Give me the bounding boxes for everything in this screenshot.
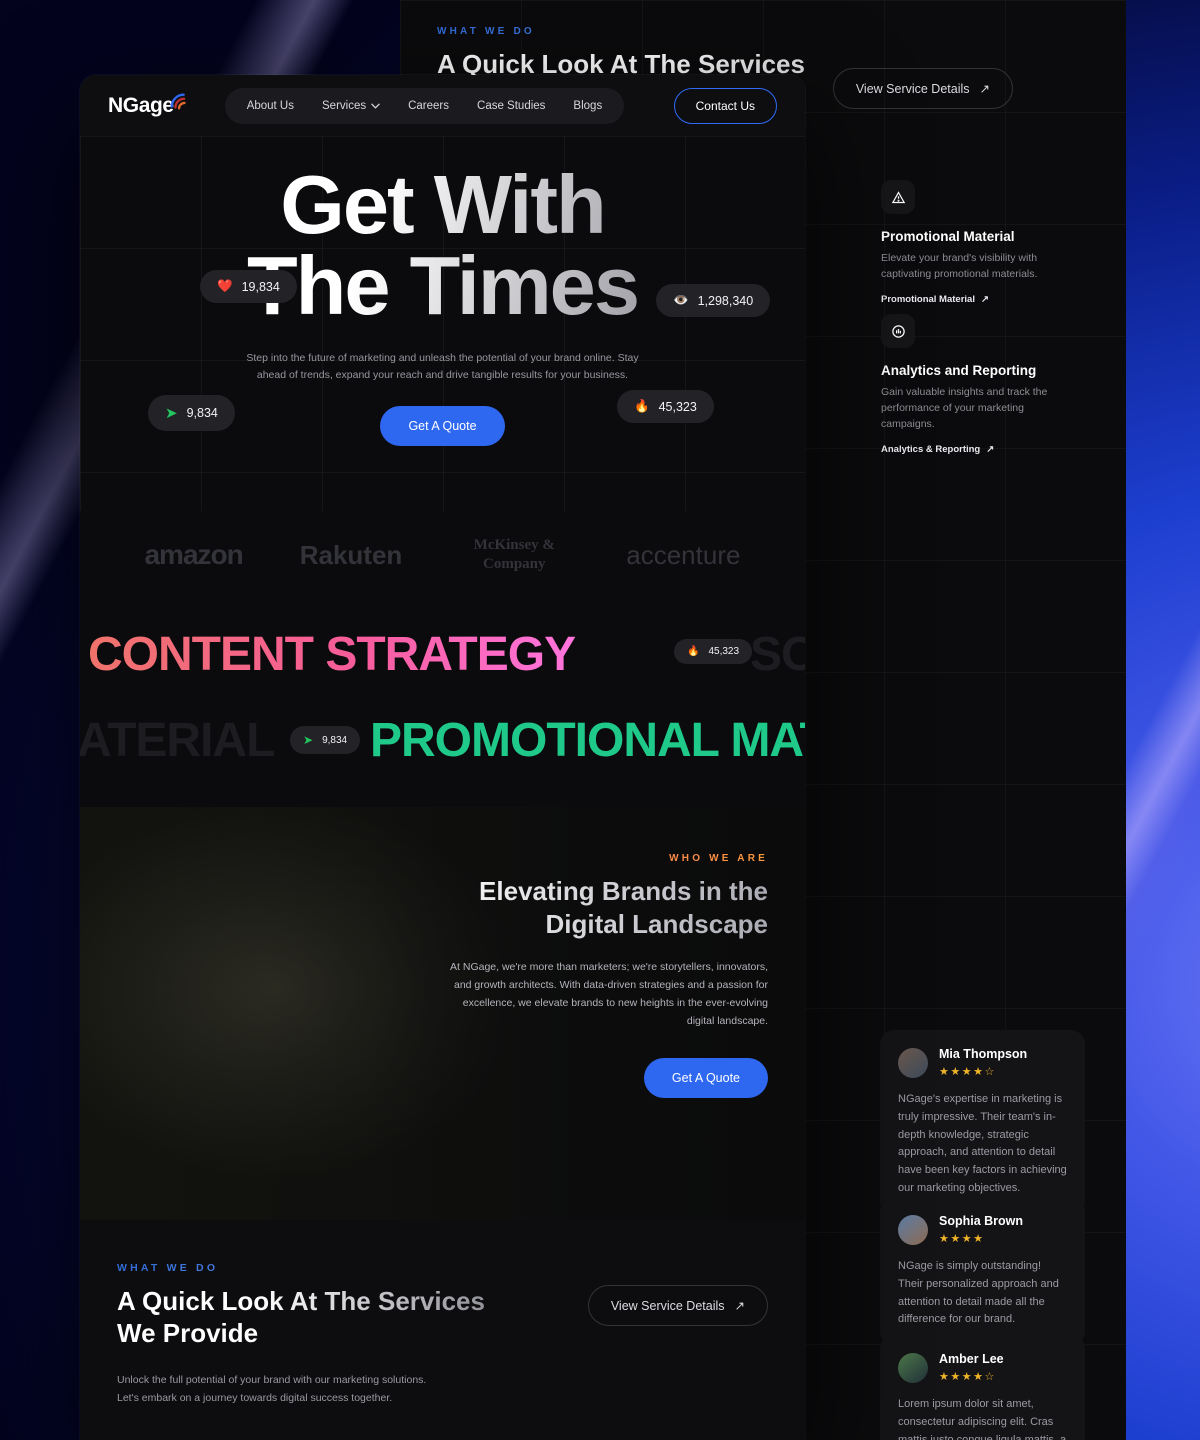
nav-menu: About Us Services Careers Case Studies B… (224, 87, 625, 124)
bg-service-title: Analytics and Reporting (881, 363, 1037, 378)
hero-badge-trending-value: 45,323 (658, 399, 697, 414)
testimonial-quote: NGage's expertise in marketing is truly … (898, 1093, 1067, 1195)
marquee-row-2: PROMOTIONAL MATERIAL (370, 713, 805, 768)
floating-browser-card: NGage About Us Services Careers Case Stu… (80, 75, 805, 1440)
hero-badge-trending: 🔥 45,323 (617, 390, 714, 423)
bg-services-header: WHAT WE DO A Quick Look At The Services (400, 26, 1126, 81)
about-content: WHO WE ARE Elevating Brands in the Digit… (80, 807, 805, 1098)
card-navbar: NGage About Us Services Careers Case Stu… (80, 75, 805, 136)
nav-item-about-us[interactable]: About Us (235, 95, 306, 117)
logo-amazon: amazon (144, 539, 243, 570)
rating-stars: ★★★★☆ (939, 1371, 996, 1383)
services-body-line-1: Unlock the full potential of your brand … (117, 1374, 427, 1387)
about-body: At NGage, we're more than marketers; we'… (450, 960, 768, 1027)
testimonial-quote: Lorem ipsum dolor sit amet, consectetur … (898, 1398, 1067, 1440)
arrow-up-right-icon: ↗ (734, 1299, 745, 1313)
bg-testimonial-card-sophia[interactable]: Sophia Brown ★★★★ NGage is simply outsta… (880, 1197, 1085, 1347)
about-heading-line-2: Digital Landscape (545, 908, 768, 939)
bg-services-eyebrow: WHAT WE DO (437, 26, 1089, 37)
nav-item-careers[interactable]: Careers (396, 95, 461, 117)
bg-service-desc: Gain valuable insights and track the per… (881, 386, 1048, 430)
hero-badge-views-value: 1,298,340 (697, 293, 754, 308)
signal-waves-icon (170, 93, 186, 110)
bg-testimonial-card-mia[interactable]: Mia Thompson ★★★★☆ NGage's expertise in … (880, 1030, 1085, 1215)
view-service-details-label: View Service Details (610, 1298, 725, 1313)
hero-subtitle: Step into the future of marketing and un… (246, 351, 639, 381)
bg-service-link[interactable]: Analytics & Reporting ↗ (881, 444, 994, 455)
marquee-section: CONTENT STRATEGY 🔥 45,323 SOCIAL MATERIA… (80, 599, 805, 807)
logo-text: NGage (108, 93, 174, 117)
hero-badge-likes-value: 19,834 (241, 279, 280, 294)
share-icon: ➤ (303, 733, 314, 747)
marquee-text-material-dim: MATERIAL (80, 714, 275, 767)
rating-stars: ★★★★ (939, 1233, 985, 1245)
bg-view-service-details-label: View Service Details (855, 81, 970, 96)
nav-item-blogs[interactable]: Blogs (561, 95, 614, 117)
chevron-down-icon (371, 103, 380, 109)
alert-triangle-icon (881, 180, 915, 214)
heart-icon: ❤️ (217, 279, 233, 293)
hero-section: Get With The Times Step into the future … (80, 136, 805, 511)
services-heading-line-1: A Quick Look At The Services (117, 1286, 485, 1316)
services-body: Unlock the full potential of your brand … (117, 1371, 768, 1407)
eye-icon: 👁️ (673, 293, 689, 307)
contact-us-button[interactable]: Contact Us (673, 87, 777, 124)
arrow-up-right-icon: ↗ (980, 293, 989, 305)
arrow-up-right-icon: ↗ (986, 443, 995, 455)
logo-rakuten: Rakuten (299, 539, 403, 570)
marquee-text-social-dim: SOCIAL (750, 628, 805, 681)
about-eyebrow: WHO WE ARE (117, 853, 768, 864)
fire-icon: 🔥 (634, 399, 650, 413)
marquee-badge-shares: ➤ 9,834 (290, 726, 361, 754)
testimonial-name: Amber Lee (939, 1352, 1004, 1366)
hero-badge-views: 👁️ 1,298,340 (656, 284, 771, 317)
bg-testimonial-card-amber[interactable]: Amber Lee ★★★★☆ Lorem ipsum dolor sit am… (880, 1335, 1085, 1440)
about-get-a-quote-button[interactable]: Get A Quote (643, 1057, 768, 1098)
logo[interactable]: NGage (108, 93, 191, 118)
marquee-row-1: CONTENT STRATEGY (88, 627, 576, 682)
services-heading: A Quick Look At The Services We Provide (117, 1286, 485, 1349)
fire-icon: 🔥 (687, 646, 700, 657)
nav-item-services[interactable]: Services (310, 95, 392, 117)
client-logo-strip: amazon Rakuten McKinsey & Company accent… (80, 511, 805, 599)
avatar (898, 1047, 928, 1078)
marquee-badge-trending: 🔥 45,323 (674, 639, 753, 664)
logo-accenture: accenture (626, 539, 741, 570)
avatar (898, 1214, 928, 1245)
services-body-line-2: Let's embark on a journey towards digita… (117, 1392, 393, 1405)
bg-service-link[interactable]: Promotional Material ↗ (881, 294, 989, 305)
nav-item-case-studies[interactable]: Case Studies (465, 95, 557, 117)
hero-title-line-1: Get With (280, 158, 605, 251)
services-section: WHAT WE DO A Quick Look At The Services … (80, 1220, 805, 1440)
about-section: WHO WE ARE Elevating Brands in the Digit… (80, 807, 805, 1220)
about-heading: Elevating Brands in the Digital Landscap… (117, 875, 768, 941)
services-eyebrow: WHAT WE DO (117, 1262, 485, 1274)
arrow-up-right-icon: ↗ (979, 82, 990, 96)
hero-get-a-quote-button[interactable]: Get A Quote (380, 405, 505, 446)
about-heading-line-1: Elevating Brands in the (479, 876, 768, 906)
testimonial-name: Mia Thompson (939, 1047, 1028, 1061)
analytics-icon (881, 314, 915, 348)
rating-stars: ★★★★☆ (939, 1066, 996, 1078)
testimonial-name: Sophia Brown (939, 1214, 1024, 1228)
view-service-details-button[interactable]: View Service Details ↗ (587, 1285, 768, 1326)
avatar (898, 1352, 928, 1383)
marquee-text-content-strategy: CONTENT STRATEGY (88, 628, 576, 681)
hero-badge-shares: ➤ 9,834 (148, 395, 235, 431)
share-icon: ➤ (165, 405, 178, 422)
testimonial-quote: NGage is simply outstanding! Their perso… (898, 1260, 1059, 1326)
bg-view-service-details-button[interactable]: View Service Details ↗ (832, 68, 1013, 109)
hero-badge-likes: ❤️ 19,834 (200, 270, 297, 303)
hero-badge-shares-value: 9,834 (186, 406, 218, 420)
logo-mckinsey: McKinsey & Company (473, 537, 555, 572)
services-heading-line-2: We Provide (117, 1317, 259, 1348)
bg-service-title: Promotional Material (881, 229, 1015, 244)
marquee-text-promotional-material: PROMOTIONAL MATERIAL (370, 714, 805, 767)
bg-service-desc: Elevate your brand's visibility with cap… (881, 252, 1038, 280)
